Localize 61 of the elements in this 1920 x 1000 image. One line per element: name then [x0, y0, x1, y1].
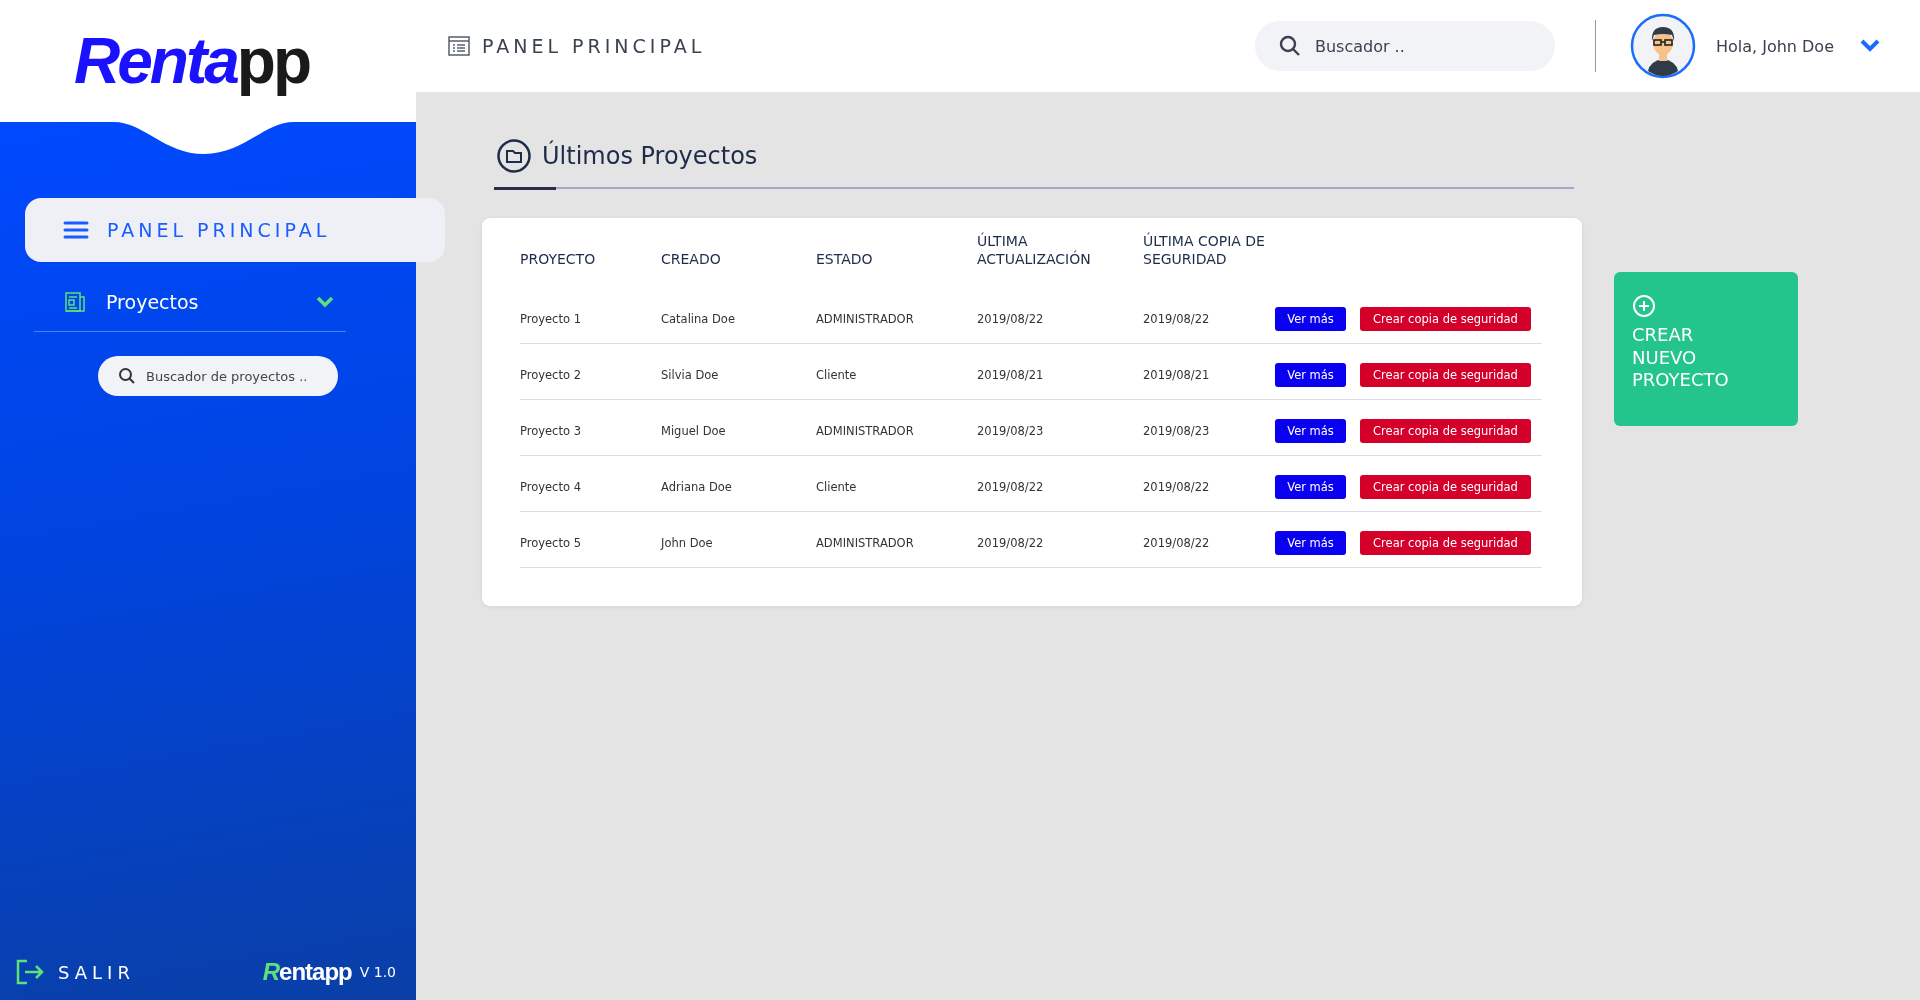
- backup-button[interactable]: Crear copia de seguridad: [1360, 530, 1531, 555]
- table-cell-text: Cliente: [816, 367, 858, 382]
- backup-button[interactable]: Crear copia de seguridad: [1360, 306, 1531, 331]
- table-cell-text: Proyecto 1: [520, 311, 582, 326]
- table-cell-text: ADMINISTRADOR: [816, 311, 915, 326]
- column-header: ÚLTIMA ACTUALIZACIÓN: [977, 232, 1092, 269]
- search-icon: [1278, 35, 1301, 57]
- table-cell-text: 2019/08/22: [977, 535, 1045, 550]
- table-cell-text: 2019/08/21: [977, 367, 1045, 382]
- version-label: V 1.0: [359, 964, 396, 980]
- plus-circle-icon: [1632, 294, 1656, 318]
- backup-button[interactable]: Crear copia de seguridad: [1360, 474, 1531, 499]
- folder-icon: [496, 138, 532, 174]
- table-cell-text: John Doe: [661, 535, 714, 550]
- table-cell-text: Cliente: [816, 479, 858, 494]
- view-more-button[interactable]: Ver más: [1275, 474, 1346, 499]
- search-field[interactable]: Buscador de proyectos ..: [98, 356, 338, 396]
- section-title: Últimos Proyectos: [542, 142, 758, 170]
- table-cell-text: 2019/08/21: [1143, 367, 1211, 382]
- table-cell-text: Adriana Doe: [661, 479, 733, 494]
- sidebar-item[interactable]: PANEL PRINCIPAL: [25, 198, 445, 262]
- avatar-icon[interactable]: [1629, 13, 1696, 79]
- user-greeting[interactable]: Hola, John Doe: [1715, 36, 1834, 56]
- table-cell-text: ADMINISTRADOR: [816, 423, 915, 438]
- search-icon: [118, 367, 136, 385]
- table-cell-text: ADMINISTRADOR: [816, 535, 915, 550]
- view-more-button[interactable]: Ver más: [1275, 530, 1346, 555]
- table-cell-text: Proyecto 5: [520, 535, 582, 550]
- column-header: PROYECTO: [520, 250, 597, 269]
- table-cell-text: 2019/08/23: [977, 423, 1045, 438]
- table-cell-text: Proyecto 4: [520, 479, 582, 494]
- logout-button[interactable]: SALIR: [16, 959, 135, 985]
- table-cell-text: 2019/08/22: [977, 311, 1045, 326]
- rentapp-logo: Rentapp: [262, 958, 352, 986]
- table-cell-text: 2019/08/22: [1143, 479, 1211, 494]
- document-icon: [64, 290, 86, 313]
- table-cell-text: 2019/08/23: [1143, 423, 1211, 438]
- view-more-button[interactable]: Ver más: [1275, 306, 1346, 331]
- list-icon: [448, 36, 470, 56]
- column-header: ÚLTIMA COPIA DE SEGURIDAD: [1143, 232, 1266, 269]
- view-more-button[interactable]: Ver más: [1275, 418, 1346, 443]
- table-cell-text: Miguel Doe: [661, 423, 727, 438]
- page-title: PANEL PRINCIPAL: [482, 35, 706, 57]
- table-cell-text: Proyecto 2: [520, 367, 582, 382]
- table-cell-text: 2019/08/22: [1143, 311, 1211, 326]
- chevron-down-icon: [316, 295, 334, 308]
- table-cell-text: 2019/08/22: [1143, 535, 1211, 550]
- chevron-down-icon[interactable]: [1860, 39, 1880, 53]
- menu-icon: [63, 220, 89, 240]
- column-header: CREADO: [661, 250, 722, 269]
- exit-icon: [16, 959, 44, 985]
- table-cell-text: 2019/08/22: [977, 479, 1045, 494]
- view-more-button[interactable]: Ver más: [1275, 362, 1346, 387]
- sidebar-item[interactable]: Proyectos: [34, 272, 346, 332]
- table-cell-text: Proyecto 3: [520, 423, 582, 438]
- search-field[interactable]: Buscador ..: [1254, 21, 1555, 71]
- table-cell-text: Catalina Doe: [661, 311, 736, 326]
- backup-button[interactable]: Crear copia de seguridad: [1360, 418, 1531, 443]
- column-header: ESTADO: [816, 250, 874, 269]
- backup-button[interactable]: Crear copia de seguridad: [1360, 362, 1531, 387]
- table-cell-text: Silvia Doe: [661, 367, 720, 382]
